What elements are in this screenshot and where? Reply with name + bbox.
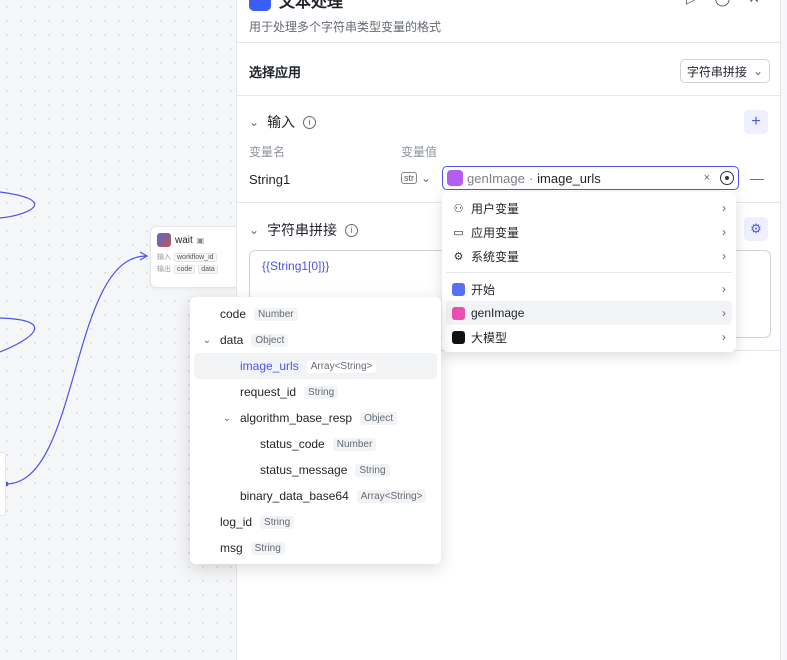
tree-row[interactable]: ⌄ algorithm_base_resp Object [194, 405, 437, 431]
chevron-right-icon: › [722, 330, 726, 344]
input-section-header[interactable]: ⌄ 输入 i [249, 112, 317, 132]
upstream-node[interactable] [0, 452, 6, 516]
menu-item-start[interactable]: 开始 › [446, 277, 732, 301]
chevron-down-icon[interactable]: ⌄ [222, 413, 232, 424]
wait-node-avatar [157, 233, 171, 247]
divider [237, 42, 780, 43]
variable-source-menu: ⚇ 用户变量 › ▭ 应用变量 › ⚙ 系统变量 › 开始 › genImage… [442, 192, 736, 352]
type-badge: Number [254, 307, 298, 321]
chevron-right-icon: › [722, 201, 726, 215]
input-tag: workflow_id [174, 252, 217, 262]
folder-icon: ▭ [453, 226, 464, 239]
tree-row-name: image_urls [240, 359, 299, 373]
tree-row-name: algorithm_base_resp [240, 411, 353, 425]
user-icon: ⚇ [453, 202, 464, 215]
tree-row[interactable]: status_code Number [194, 431, 437, 457]
tree-row[interactable]: code Number [194, 301, 437, 327]
info-icon[interactable]: i [303, 115, 317, 129]
tree-row-name: msg [220, 541, 243, 555]
select-app-label: 选择应用 [249, 65, 302, 80]
tree-row-name: status_message [260, 463, 348, 477]
tree-row-name: binary_data_base64 [240, 489, 349, 503]
menu-item-app-variables[interactable]: ▭ 应用变量 › [446, 220, 732, 244]
tree-row[interactable]: status_message String [194, 457, 437, 483]
chevron-down-icon: ⌄ [249, 223, 260, 237]
column-label-name: 变量名 [249, 145, 286, 159]
chevron-down-icon: ⌄ [752, 64, 763, 78]
info-icon[interactable]: i [345, 223, 359, 237]
chevron-right-icon: › [722, 225, 726, 239]
wait-node-title: wait [175, 234, 193, 246]
type-badge: String [250, 541, 285, 555]
menu-item-user-variables[interactable]: ⚇ 用户变量 › [446, 196, 732, 220]
column-label-value: 变量值 [401, 145, 438, 159]
tree-row[interactable]: msg String [194, 535, 437, 561]
output-variable-tree: code Number ⌄ data Object image_urls Array<Str… [190, 297, 441, 564]
variable-type-select[interactable]: str ⌄ [401, 167, 431, 189]
chevron-right-icon: › [722, 249, 726, 263]
add-variable-button[interactable]: + [744, 110, 768, 134]
tree-row[interactable]: image_urls Array<String> [194, 353, 437, 379]
chevron-down-icon[interactable]: ⌄ [202, 335, 212, 346]
tree-row-name: code [220, 307, 247, 321]
tree-row[interactable]: log_id String [194, 509, 437, 535]
run-icon[interactable]: ▷ [686, 0, 697, 7]
tree-row-name: log_id [220, 515, 253, 529]
tree-row[interactable]: ⌄ data Object [194, 327, 437, 353]
more-icon[interactable]: ◯ [715, 0, 731, 7]
type-badge: String [304, 385, 339, 399]
llm-node-icon [452, 330, 465, 344]
tree-row-name: request_id [240, 385, 297, 399]
type-badge: Array<String> [306, 359, 377, 373]
close-icon[interactable]: ✕ [748, 0, 760, 7]
target-icon[interactable] [720, 171, 734, 185]
concat-section-header[interactable]: ⌄ 字符串拼接 i [249, 220, 359, 240]
type-badge: Array<String> [356, 489, 427, 503]
panel-title: 文本处理 [279, 0, 344, 11]
menu-item-genimage[interactable]: genImage › [446, 301, 732, 325]
tree-row-name: status_code [260, 437, 325, 451]
divider [237, 95, 780, 96]
wait-node[interactable]: wait ▣ 输入 workflow_id 输出 code data [150, 226, 240, 288]
genimage-node-icon [452, 306, 465, 320]
chevron-down-icon: ⌄ [421, 171, 432, 185]
select-app-dropdown[interactable]: 字符串拼接 ⌄ [679, 59, 770, 83]
panel-description: 用于处理多个字符串类型变量的格式 [249, 20, 442, 34]
tree-row-name: data [220, 333, 244, 347]
variable-value-selector[interactable]: genImage · image_urls × [442, 166, 739, 190]
gear-icon: ⚙ [453, 250, 464, 263]
text-process-icon [249, 0, 271, 11]
start-node-icon [452, 282, 465, 296]
menu-item-llm[interactable]: 大模型 › [446, 325, 732, 349]
clear-icon[interactable]: × [704, 172, 710, 184]
output-tag: code [174, 264, 196, 274]
wait-node-input-row: 输入 workflow_id [151, 251, 239, 263]
chevron-right-icon: › [722, 306, 726, 320]
type-badge: String [355, 463, 390, 477]
tree-row[interactable]: request_id String [194, 379, 437, 405]
output-tag: data [198, 264, 218, 274]
type-badge: String [260, 515, 295, 529]
settings-button[interactable]: ⚙ [744, 217, 768, 241]
variable-name[interactable]: String1 [249, 172, 290, 187]
genimage-node-icon [447, 170, 463, 186]
menu-divider [446, 272, 732, 273]
chevron-right-icon: › [722, 282, 726, 296]
tree-row[interactable]: binary_data_base64 Array<String> [194, 483, 437, 509]
type-badge: Number [332, 437, 377, 451]
menu-item-system-variables[interactable]: ⚙ 系统变量 › [446, 244, 732, 268]
remove-variable-button[interactable]: — [750, 170, 764, 186]
node-doc-icon: ▣ [196, 235, 205, 245]
type-badge: Object [360, 411, 397, 425]
wait-node-output-row: 输出 code data [151, 263, 239, 275]
chevron-down-icon: ⌄ [249, 115, 260, 129]
type-badge: Object [251, 333, 289, 347]
